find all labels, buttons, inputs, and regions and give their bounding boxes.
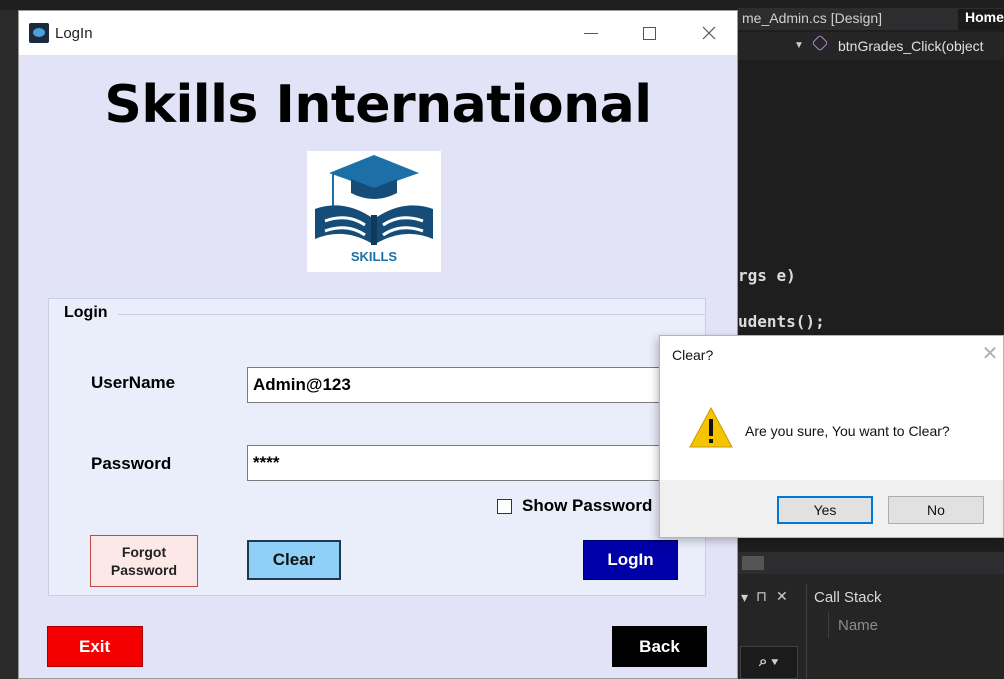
maximize-icon	[642, 26, 656, 40]
graduation-book-icon	[315, 155, 433, 245]
logo-text: SKILLS	[350, 249, 398, 264]
ide-tab-home-admin-design[interactable]: me_Admin.cs [Design]	[742, 10, 882, 26]
show-password-checkbox[interactable]	[497, 499, 512, 514]
groupbox-title: Login	[60, 304, 112, 322]
username-field[interactable]	[247, 367, 677, 403]
exit-button[interactable]: Exit	[47, 626, 143, 667]
no-button[interactable]: No	[888, 496, 984, 524]
password-label: Password	[91, 454, 172, 473]
panel-divider	[806, 584, 807, 679]
window-title: LogIn	[55, 25, 93, 42]
search-icon: ⌕ ▾	[759, 653, 778, 670]
login-window: LogIn Skills International SKILLS Login …	[18, 10, 738, 679]
ide-left-gutter	[0, 10, 18, 679]
scrollbar-thumb[interactable]	[742, 556, 764, 570]
search-box[interactable]: ⌕ ▾	[740, 646, 798, 679]
ide-tab-home[interactable]: Home	[958, 9, 1004, 30]
minimize-icon	[584, 32, 598, 34]
groupbox-border	[118, 314, 705, 315]
chevron-down-icon[interactable]: ▼	[794, 40, 804, 51]
login-button[interactable]: LogIn	[583, 540, 678, 580]
call-stack-title[interactable]: Call Stack	[814, 589, 882, 606]
close-button[interactable]	[684, 11, 734, 55]
panel-dropdown-icon[interactable]: ▾	[741, 589, 748, 606]
member-dropdown[interactable]: btnGrades_Click(object	[838, 38, 984, 54]
dialog-message: Are you sure, You want to Clear?	[745, 423, 950, 439]
window-titlebar[interactable]: LogIn	[19, 11, 737, 55]
forgot-password-button[interactable]: Forgot Password	[90, 535, 198, 587]
back-button[interactable]: Back	[612, 626, 707, 667]
minimize-button[interactable]	[566, 11, 616, 55]
close-icon[interactable]: ✕	[978, 340, 1002, 366]
code-line: udents();	[738, 312, 825, 331]
password-field[interactable]	[247, 445, 677, 481]
show-password-label[interactable]: Show Password	[522, 496, 664, 516]
yes-button[interactable]: Yes	[777, 496, 873, 524]
skills-logo: SKILLS	[307, 151, 441, 272]
dialog-title: Clear?	[672, 347, 714, 363]
clear-button[interactable]: Clear	[247, 540, 341, 580]
clear-confirm-dialog: Clear? ✕ Are you sure, You want to Clear…	[659, 335, 1004, 538]
close-icon	[702, 26, 716, 40]
pin-icon[interactable]: ⊓	[756, 588, 767, 605]
page-title: Skills International	[104, 75, 652, 135]
forgot-password-label: Password	[110, 562, 178, 578]
call-stack-name-column[interactable]: Name	[838, 617, 878, 634]
code-line: rgs e)	[738, 266, 796, 285]
forgot-password-label: Forgot	[121, 544, 167, 560]
warning-icon	[689, 406, 733, 448]
app-icon	[29, 23, 49, 43]
close-icon[interactable]: ✕	[776, 588, 788, 605]
maximize-button[interactable]	[624, 11, 674, 55]
username-label: UserName	[91, 373, 176, 392]
ide-scroll-bar	[738, 552, 1004, 574]
